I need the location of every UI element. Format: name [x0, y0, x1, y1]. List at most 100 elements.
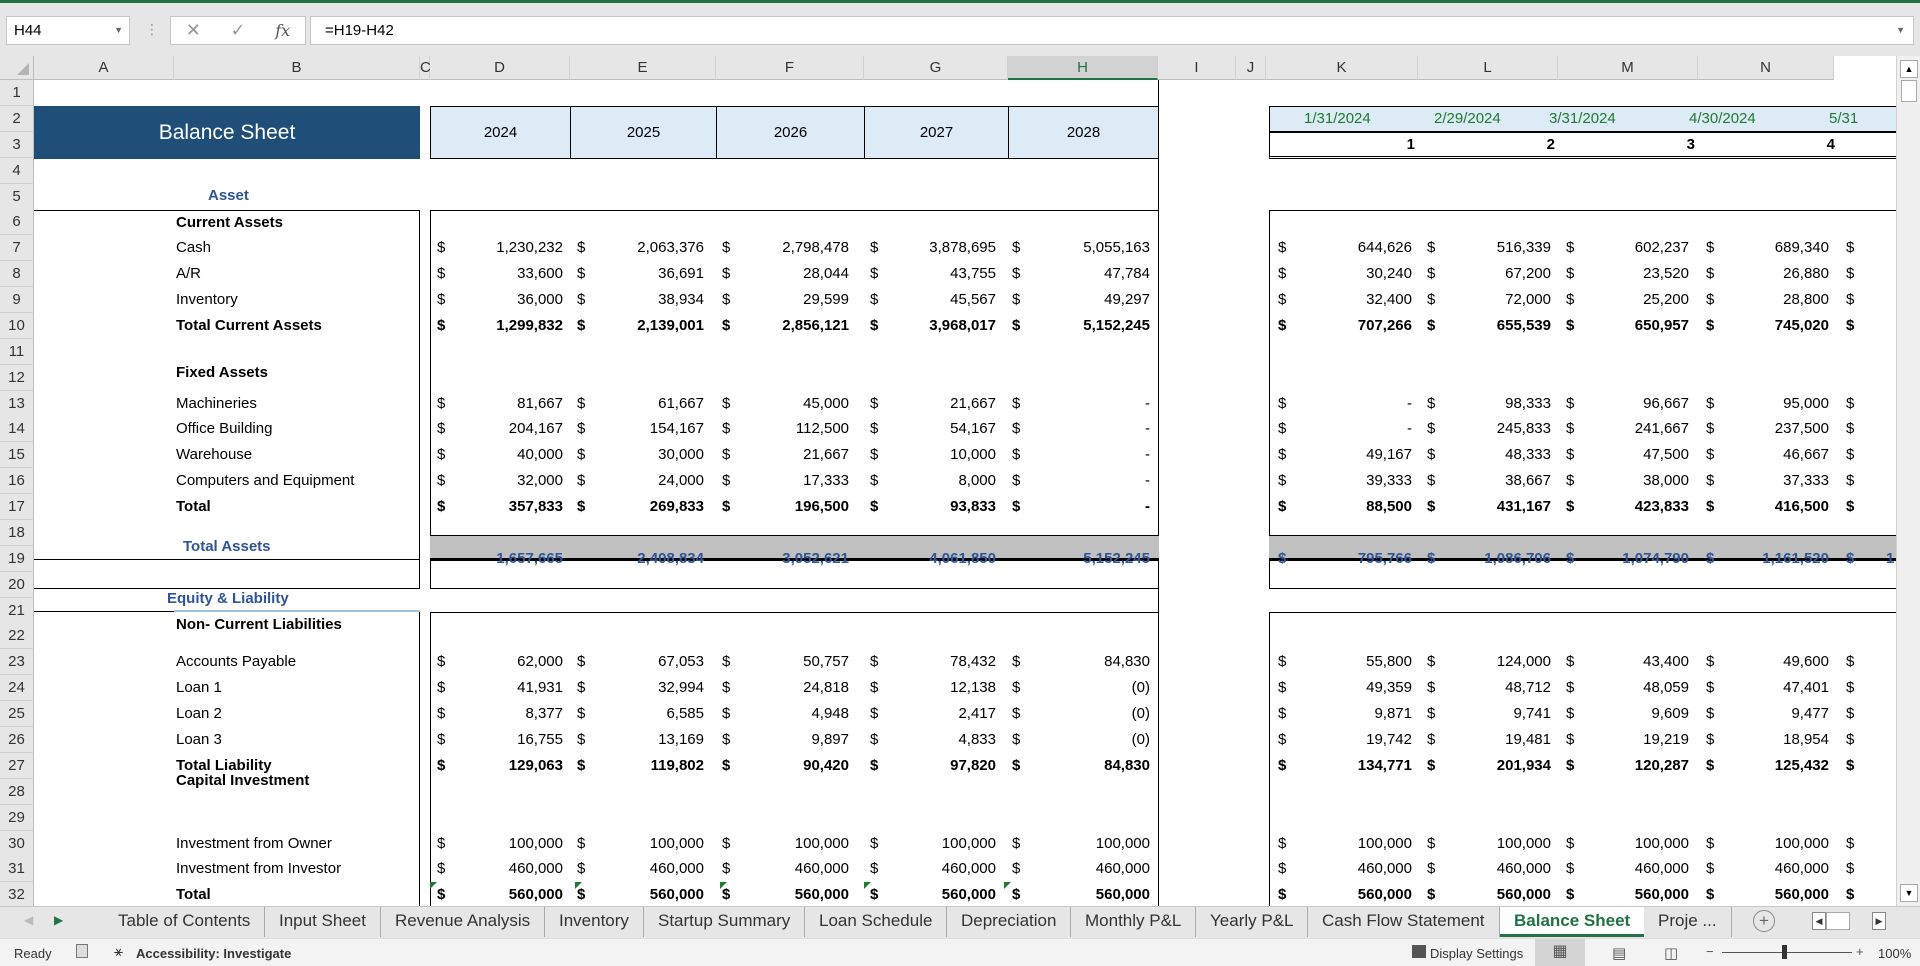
row-header-32[interactable]: 32 [0, 882, 34, 908]
monthly-value: 49,600 [1783, 653, 1829, 670]
page-layout-icon[interactable]: ▤ [1612, 944, 1626, 962]
sheet-tab-table-of-contents[interactable]: Table of Contents [104, 907, 266, 937]
add-sheet-icon[interactable]: + [1753, 910, 1775, 932]
row-header-21[interactable]: 21 [0, 598, 34, 624]
name-box-dropdown-icon[interactable]: ▼ [114, 25, 123, 35]
row-header-30[interactable]: 30 [0, 831, 34, 857]
column-header-m[interactable]: M [1558, 56, 1698, 80]
row-header-2[interactable]: 2 [0, 106, 34, 132]
row-header-10[interactable]: 10 [0, 313, 34, 339]
row-header-7[interactable]: 7 [0, 235, 34, 261]
row-header-15[interactable]: 15 [0, 442, 34, 468]
column-header-b[interactable]: B [174, 56, 420, 80]
normal-view-icon[interactable]: ▦ [1535, 939, 1585, 966]
row-header-16[interactable]: 16 [0, 468, 34, 494]
display-settings-button[interactable]: Display Settings [1430, 946, 1523, 961]
row-header-27[interactable]: 27 [0, 753, 34, 779]
macro-record-icon[interactable] [76, 944, 88, 958]
hscroll-right-icon[interactable]: ▶ [1872, 912, 1886, 930]
zoom-slider[interactable] [1722, 952, 1852, 953]
sheet-tab-depreciation[interactable]: Depreciation [947, 907, 1072, 937]
enter-icon[interactable]: ✓ [231, 20, 246, 41]
row-header-20[interactable]: 20 [0, 572, 34, 598]
hscroll-thumb[interactable] [1826, 912, 1850, 930]
zoom-out-icon[interactable]: − [1706, 944, 1714, 959]
vertical-scrollbar[interactable]: ▲ ▼ [1896, 56, 1920, 906]
row-header-8[interactable]: 8 [0, 261, 34, 287]
row-header-14[interactable]: 14 [0, 416, 34, 442]
row-header-4[interactable]: 4 [0, 158, 34, 184]
column-header-n[interactable]: N [1698, 56, 1834, 80]
column-header-j[interactable]: J [1236, 56, 1266, 80]
column-header-h[interactable]: H [1008, 56, 1158, 80]
sheet-tab-startup-summary[interactable]: Startup Summary [644, 907, 806, 937]
row-header-28[interactable]: 28 [0, 779, 34, 805]
expand-formula-icon[interactable]: ▼ [1896, 25, 1905, 35]
error-indicator-icon[interactable] [1004, 882, 1011, 889]
sheet-tab-inventory[interactable]: Inventory [545, 907, 644, 937]
error-indicator-icon[interactable] [575, 882, 582, 889]
column-header-k[interactable]: K [1266, 56, 1418, 80]
worksheet-grid[interactable]: Balance Sheet 2024 2025 2026 2027 2028 1/31/… [34, 80, 1896, 906]
column-header-e[interactable]: E [570, 56, 716, 80]
formula-input[interactable]: =H19-H42 ▼ [310, 16, 1914, 45]
scroll-up-icon[interactable]: ▲ [1900, 60, 1918, 78]
row-header-9[interactable]: 9 [0, 287, 34, 313]
error-indicator-icon[interactable] [864, 882, 871, 889]
zoom-level[interactable]: 100% [1878, 946, 1911, 961]
column-header-a[interactable]: A [34, 56, 174, 80]
currency-symbol: $ [437, 757, 446, 774]
row-header-17[interactable]: 17 [0, 494, 34, 520]
row-header-12[interactable]: 12 [0, 365, 34, 391]
accessibility-status[interactable]: Accessibility: Investigate [136, 946, 291, 961]
row-header-25[interactable]: 25 [0, 701, 34, 727]
row-header-19[interactable]: 19 [0, 546, 34, 572]
sheet-tab-yearly-p-l[interactable]: Yearly P&L [1196, 907, 1309, 937]
page-break-icon[interactable]: ◫ [1664, 944, 1678, 962]
column-header-i[interactable]: I [1158, 56, 1236, 80]
row-header-24[interactable]: 24 [0, 675, 34, 701]
monthly-value: 96,667 [1643, 395, 1689, 412]
column-header-f[interactable]: F [716, 56, 864, 80]
row-header-18[interactable]: 18 [0, 520, 34, 546]
column-header-g[interactable]: G [864, 56, 1008, 80]
tab-scroll-left-icon[interactable]: ◀ [24, 913, 33, 927]
insert-function-icon[interactable]: fx [275, 21, 290, 40]
error-indicator-icon[interactable] [430, 882, 437, 889]
row-header-11[interactable]: 11 [0, 339, 34, 365]
currency-symbol: $ [577, 705, 586, 722]
select-all-button[interactable] [0, 56, 34, 80]
column-header-d[interactable]: D [430, 56, 570, 80]
row-header-1[interactable]: 1 [0, 80, 34, 106]
row-header-31[interactable]: 31 [0, 856, 34, 882]
sheet-tab-cash-flow-statement[interactable]: Cash Flow Statement [1308, 907, 1500, 937]
error-indicator-icon[interactable] [720, 882, 727, 889]
row-header-22[interactable]: 22 [0, 623, 34, 649]
column-header-c[interactable]: C [420, 56, 431, 80]
name-box[interactable]: H44 ▼ [6, 16, 130, 45]
monthly-value: 655,539 [1496, 317, 1551, 334]
sheet-tab-proje[interactable]: Proje ... [1644, 907, 1732, 937]
row-header-6[interactable]: 6 [0, 209, 34, 235]
row-header-23[interactable]: 23 [0, 649, 34, 675]
zoom-in-icon[interactable]: + [1856, 944, 1864, 959]
row-header-5[interactable]: 5 [0, 184, 34, 210]
sheet-tab-loan-schedule[interactable]: Loan Schedule [805, 907, 948, 937]
row-header-3[interactable]: 3 [0, 132, 34, 158]
hscroll-left-icon[interactable]: ◀ [1812, 912, 1826, 930]
sheet-tab-revenue-analysis[interactable]: Revenue Analysis [381, 907, 546, 937]
sheet-tab-monthly-p-l[interactable]: Monthly P&L [1071, 907, 1197, 937]
row-header-29[interactable]: 29 [0, 805, 34, 831]
scroll-down-icon[interactable]: ▼ [1900, 884, 1918, 902]
row-header-26[interactable]: 26 [0, 727, 34, 753]
sheet-tab-balance-sheet[interactable]: Balance Sheet [1500, 907, 1645, 937]
row-header-13[interactable]: 13 [0, 391, 34, 417]
column-header-l[interactable]: L [1418, 56, 1558, 80]
cancel-icon[interactable]: ✕ [186, 20, 201, 41]
zoom-slider-thumb[interactable] [1782, 945, 1787, 959]
sheet-tab-input-sheet[interactable]: Input Sheet [265, 907, 381, 937]
currency-symbol: $ [1427, 317, 1436, 334]
monthly-value: 100,000 [1357, 835, 1412, 852]
tab-scroll-right-icon[interactable]: ▶ [54, 913, 63, 927]
scroll-thumb[interactable] [1901, 80, 1917, 102]
